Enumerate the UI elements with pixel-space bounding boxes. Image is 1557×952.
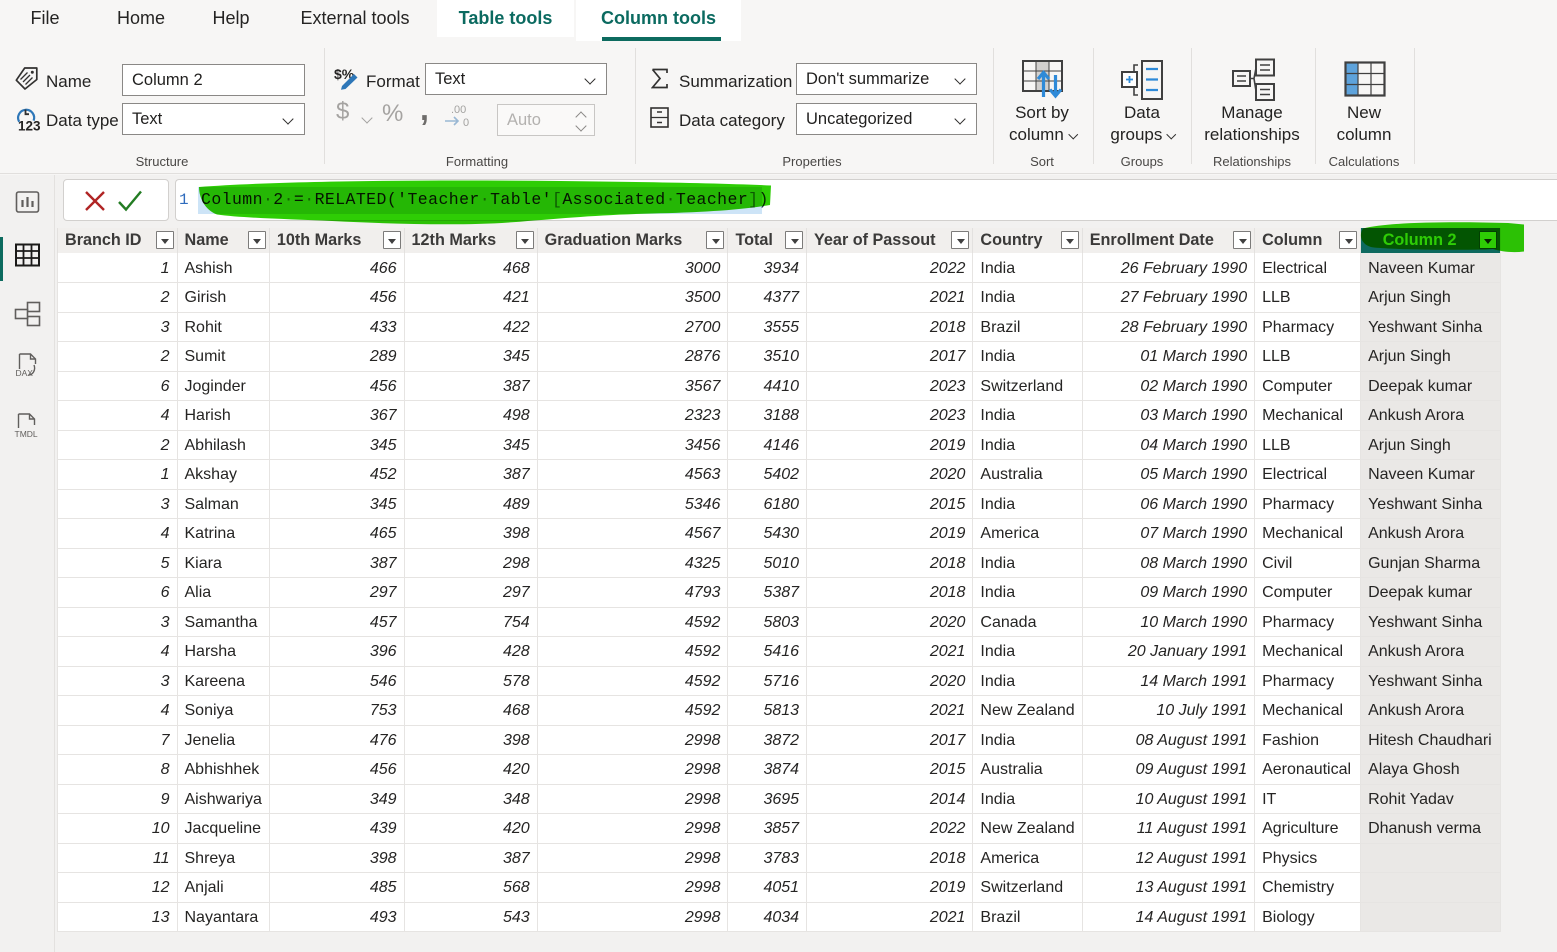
svg-text:0: 0 <box>463 117 469 129</box>
svg-text:TMDL: TMDL <box>15 429 38 439</box>
svg-text:123: 123 <box>18 119 41 134</box>
svg-text:.00: .00 <box>451 104 466 116</box>
svg-text:DAX: DAX <box>16 368 34 378</box>
